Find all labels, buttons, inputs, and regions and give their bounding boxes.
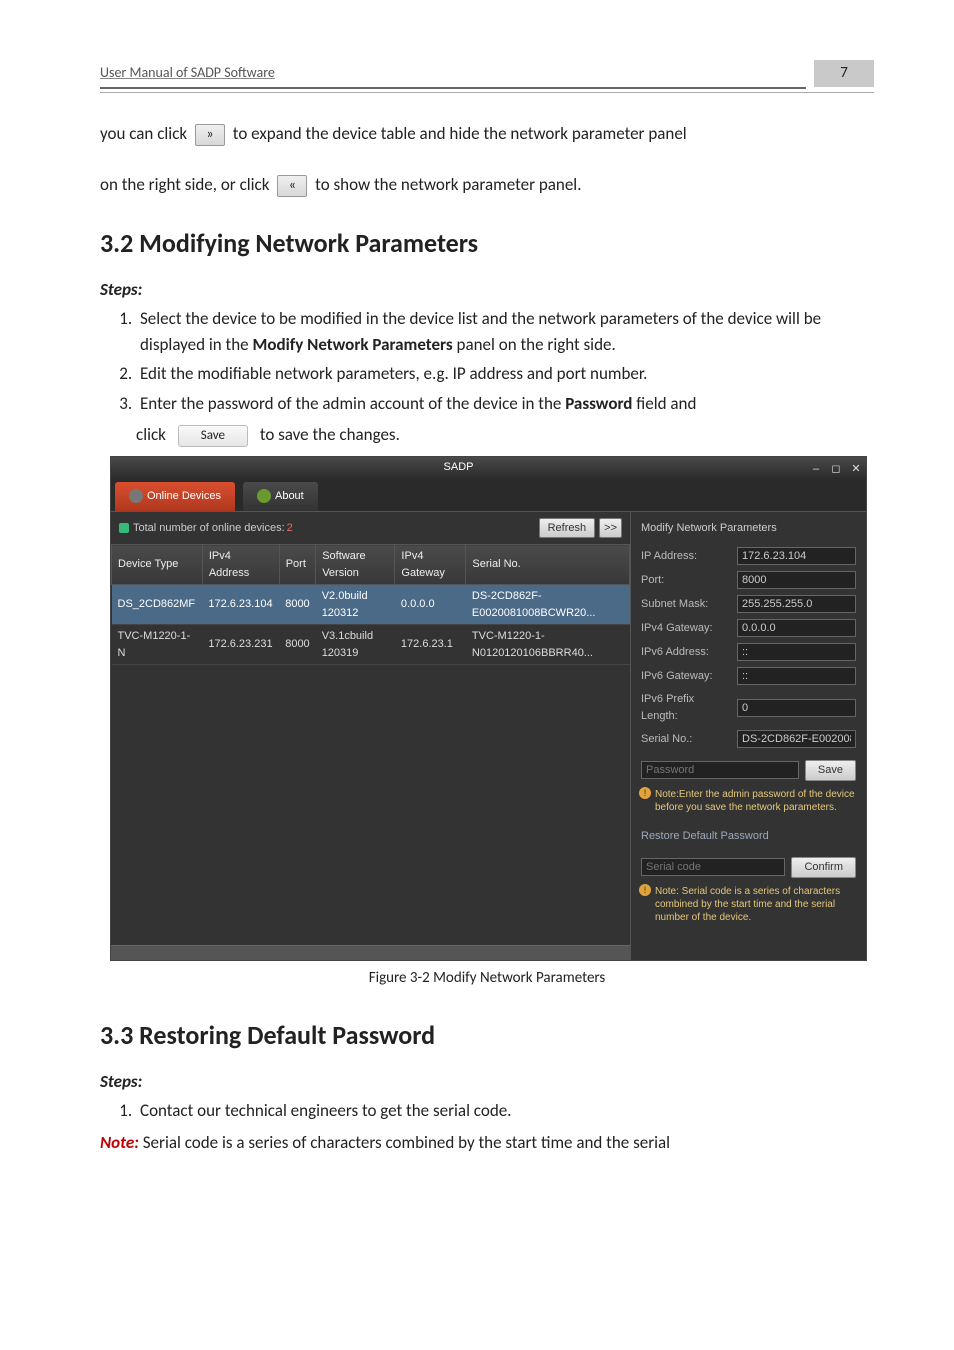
table-header-row: Device Type IPv4 Address Port Software V…	[112, 545, 630, 585]
serial-label: Serial No.:	[641, 731, 731, 748]
collapse-button[interactable]: >>	[599, 518, 622, 539]
cell-port: 8000	[279, 585, 315, 625]
ipv6len-label: IPv6 Prefix Length:	[641, 691, 731, 724]
section-3-2-heading: 3.2 Modifying Network Parameters	[100, 224, 874, 263]
to-save-text: to save the changes.	[260, 424, 400, 445]
online-devices-icon	[129, 489, 143, 503]
step-32-2: Edit the modifiable network parameters, …	[136, 361, 874, 387]
device-count-value: 2	[287, 520, 293, 537]
cell-serial: TVC-M1220-1-N0120120106BBRR40...	[466, 625, 630, 665]
cell-type: DS_2CD862MF	[112, 585, 203, 625]
gw-label: IPv4 Gateway:	[641, 620, 731, 637]
tab-online-devices[interactable]: Online Devices	[115, 482, 235, 511]
ipv6gw-input[interactable]	[737, 667, 856, 685]
close-icon[interactable]: ✕	[847, 461, 865, 475]
maximize-icon[interactable]: ◻	[827, 461, 845, 475]
sadp-tabs: Online Devices About	[111, 479, 866, 512]
serial-input	[737, 730, 856, 748]
mask-label: Subnet Mask:	[641, 596, 731, 613]
cell-gw: 172.6.23.1	[395, 625, 466, 665]
ip-label: IP Address:	[641, 548, 731, 565]
ipv6-label: IPv6 Address:	[641, 644, 731, 661]
steps-label-33: Steps:	[100, 1069, 874, 1095]
tab-about-label: About	[275, 488, 304, 505]
collapse-icon: «	[277, 175, 307, 197]
device-count-label: Total number of online devices:	[133, 520, 285, 537]
modify-network-panel: Modify Network Parameters IP Address: Po…	[631, 512, 866, 961]
device-count-icon	[119, 523, 129, 533]
header-divider	[100, 92, 874, 93]
col-software-version[interactable]: Software Version	[316, 545, 395, 585]
note-line: Note: Serial code is a series of charact…	[100, 1130, 874, 1156]
ip-input[interactable]	[737, 547, 856, 565]
figure-caption: Figure 3-2 Modify Network Parameters	[100, 967, 874, 990]
bold-password: Password	[565, 393, 632, 414]
steps-list-33: Contact our technical engineers to get t…	[100, 1098, 874, 1124]
col-device-type[interactable]: Device Type	[112, 545, 203, 585]
table-row[interactable]: DS_2CD862MF 172.6.23.104 8000 V2.0build …	[112, 585, 630, 625]
password-input[interactable]	[641, 761, 799, 779]
refresh-button[interactable]: Refresh	[539, 518, 596, 539]
col-ipv4-address[interactable]: IPv4 Address	[202, 545, 279, 585]
mask-input[interactable]	[737, 595, 856, 613]
col-port[interactable]: Port	[279, 545, 315, 585]
intro-text-1b: to expand the device table and hide the …	[233, 123, 687, 144]
step-32-3: Enter the password of the admin account …	[136, 391, 874, 417]
sadp-title-text: SADP	[111, 459, 806, 476]
tab-online-label: Online Devices	[147, 488, 221, 505]
cell-ver: V2.0build 120312	[316, 585, 395, 625]
save-button-inline: Save	[178, 425, 248, 447]
sadp-titlebar: SADP ‒ ◻ ✕	[111, 457, 866, 479]
port-label: Port:	[641, 572, 731, 589]
page-number: 7	[814, 60, 874, 87]
bold-modify-network-params: Modify Network Parameters	[252, 334, 452, 355]
tab-about[interactable]: About	[243, 482, 318, 511]
steps-label-32: Steps:	[100, 277, 874, 303]
serial-code-note: Note: Serial code is a series of charact…	[631, 881, 866, 928]
intro-paragraph: you can click » to expand the device tab…	[100, 121, 874, 198]
ipv6len-input[interactable]	[737, 699, 856, 717]
cell-gw: 0.0.0.0	[395, 585, 466, 625]
cell-type: TVC-M1220-1-N	[112, 625, 203, 665]
cell-serial: DS-2CD862F-E0020081008BCWR20...	[466, 585, 630, 625]
expand-icon: »	[195, 124, 225, 146]
section-3-3-heading: 3.3 Restoring Default Password	[100, 1016, 874, 1055]
password-note: Note:Enter the admin password of the dev…	[631, 784, 866, 818]
minimize-icon[interactable]: ‒	[807, 461, 825, 475]
click-text: click	[136, 424, 166, 445]
steps-list-32: Select the device to be modified in the …	[100, 306, 874, 416]
horizontal-scrollbar[interactable]	[111, 945, 630, 960]
cell-ver: V3.1cbuild 120319	[316, 625, 395, 665]
step-33-1: Contact our technical engineers to get t…	[136, 1098, 874, 1124]
confirm-button[interactable]: Confirm	[791, 857, 856, 878]
serial-code-input[interactable]	[641, 858, 785, 876]
refresh-label: Refresh	[548, 522, 587, 534]
doc-header-title: User Manual of SADP Software	[100, 62, 806, 89]
gw-input[interactable]	[737, 619, 856, 637]
click-save-row: click Save to save the changes.	[136, 422, 874, 448]
panel-title: Modify Network Parameters	[631, 512, 866, 545]
col-serial-no[interactable]: Serial No.	[466, 545, 630, 585]
note-label: Note:	[100, 1132, 139, 1153]
note-text: Serial code is a series of characters co…	[139, 1132, 670, 1153]
port-input[interactable]	[737, 571, 856, 589]
device-list-panel: Total number of online devices: 2 Refres…	[111, 512, 631, 961]
intro-text-2b: to show the network parameter panel.	[315, 174, 581, 195]
cell-port: 8000	[279, 625, 315, 665]
cell-ip: 172.6.23.231	[202, 625, 279, 665]
col-ipv4-gateway[interactable]: IPv4 Gateway	[395, 545, 466, 585]
restore-default-password-link[interactable]: Restore Default Password	[631, 818, 866, 855]
cell-ip: 172.6.23.104	[202, 585, 279, 625]
intro-text-1a: you can click	[100, 123, 187, 144]
step-32-1: Select the device to be modified in the …	[136, 306, 874, 357]
intro-text-2a: on the right side, or click	[100, 174, 269, 195]
ipv6-input[interactable]	[737, 643, 856, 661]
sadp-window: SADP ‒ ◻ ✕ Online Devices About Total nu…	[110, 456, 867, 962]
table-row[interactable]: TVC-M1220-1-N 172.6.23.231 8000 V3.1cbui…	[112, 625, 630, 665]
save-button[interactable]: Save	[805, 760, 856, 781]
ipv6gw-label: IPv6 Gateway:	[641, 668, 731, 685]
device-table: Device Type IPv4 Address Port Software V…	[111, 544, 630, 665]
about-icon	[257, 489, 271, 503]
